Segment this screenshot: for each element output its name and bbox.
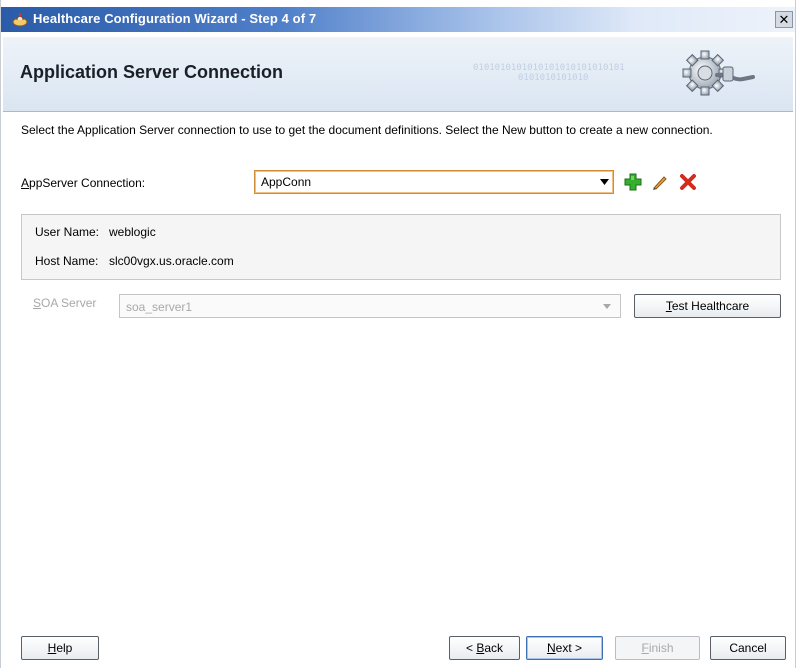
- soa-server-value: soa_server1: [126, 300, 193, 314]
- appserver-connection-value: AppConn: [261, 175, 312, 189]
- wizard-header: Application Server Connection 0101010101…: [3, 37, 793, 112]
- cancel-button[interactable]: Cancel: [710, 636, 786, 660]
- page-title: Application Server Connection: [20, 62, 284, 82]
- window-title: Healthcare Configuration Wizard - Step 4…: [33, 11, 317, 26]
- next-button[interactable]: Next >: [526, 636, 603, 660]
- finish-button[interactable]: Finish: [615, 636, 700, 660]
- close-icon: ✕: [778, 12, 790, 27]
- connection-info-panel: User Name: weblogic Host Name: slc00vgx.…: [21, 214, 781, 280]
- appserver-connection-select[interactable]: AppConn: [254, 170, 614, 194]
- host-name-value: slc00vgx.us.oracle.com: [109, 254, 234, 268]
- title-bar: Healthcare Configuration Wizard - Step 4…: [1, 7, 795, 32]
- wizard-window: Healthcare Configuration Wizard - Step 4…: [0, 0, 796, 668]
- app-icon: [12, 13, 28, 27]
- host-name-label: Host Name:: [35, 254, 99, 268]
- gear-plug-icon: [682, 50, 755, 96]
- edit-icon[interactable]: [651, 173, 669, 191]
- close-button[interactable]: ✕: [775, 11, 793, 28]
- chevron-down-icon[interactable]: [599, 177, 610, 187]
- user-name-label: User Name:: [35, 225, 100, 239]
- soa-server-select[interactable]: soa_server1: [119, 294, 621, 318]
- back-button[interactable]: < Back: [449, 636, 520, 660]
- chevron-down-icon[interactable]: [602, 303, 612, 311]
- soa-server-label: SOA Server: [33, 296, 97, 310]
- user-name-value: weblogic: [109, 225, 156, 239]
- test-healthcare-button[interactable]: Test Healthcare: [634, 294, 781, 318]
- delete-icon[interactable]: [679, 173, 697, 191]
- appserver-connection-label: AppServer Connection:: [21, 176, 146, 190]
- add-icon[interactable]: [624, 173, 642, 191]
- help-button[interactable]: Help: [21, 636, 99, 660]
- binary-decoration: 0101010101010: [518, 73, 589, 83]
- binary-decoration: 0101010101010101010101010101: [473, 63, 625, 73]
- instructions-text: Select the Application Server connection…: [21, 123, 713, 137]
